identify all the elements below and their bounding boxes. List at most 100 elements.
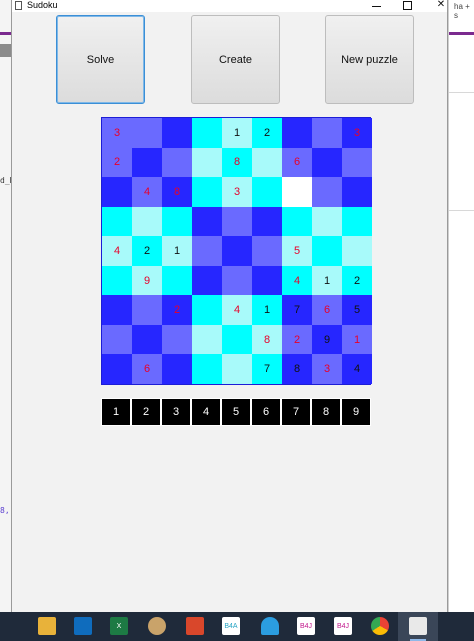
sudoku-cell[interactable]: 2 xyxy=(282,324,312,355)
b4j-icon[interactable]: B4J xyxy=(297,617,315,635)
sudoku-cell[interactable] xyxy=(282,118,312,148)
sudoku-cell[interactable]: 1 xyxy=(162,236,192,266)
sudoku-cell[interactable] xyxy=(222,324,252,355)
sudoku-cell[interactable] xyxy=(342,236,372,266)
sudoku-cell[interactable] xyxy=(192,295,222,325)
sudoku-cell[interactable] xyxy=(132,295,162,325)
sudoku-cell[interactable]: 8 xyxy=(222,147,252,178)
sudoku-cell[interactable]: 4 xyxy=(102,236,132,266)
sudoku-cell[interactable] xyxy=(312,147,342,178)
sudoku-cell[interactable]: 2 xyxy=(342,265,372,296)
b4a-icon[interactable]: B4A xyxy=(222,617,240,635)
sudoku-cell[interactable] xyxy=(192,147,222,178)
sudoku-cell[interactable] xyxy=(102,265,132,296)
sudoku-cell[interactable] xyxy=(162,147,192,178)
sudoku-cell[interactable]: 9 xyxy=(312,324,342,355)
sudoku-cell[interactable] xyxy=(222,354,252,384)
sudoku-cell[interactable]: 5 xyxy=(342,295,372,325)
sudoku-cell[interactable]: 1 xyxy=(252,295,282,325)
sudoku-cell[interactable] xyxy=(312,236,342,266)
sudoku-cell[interactable]: 6 xyxy=(132,354,162,384)
sudoku-cell[interactable]: 7 xyxy=(252,354,282,384)
sudoku-cell[interactable] xyxy=(222,236,252,266)
sudoku-cell[interactable]: 4 xyxy=(282,265,312,296)
minimize-button[interactable] xyxy=(361,0,391,12)
sudoku-cell[interactable]: 2 xyxy=(252,118,282,148)
solve-button[interactable]: Solve xyxy=(56,15,145,104)
sudoku-cell[interactable] xyxy=(102,324,132,355)
maximize-button[interactable] xyxy=(392,0,422,12)
html-app-icon[interactable] xyxy=(186,617,204,635)
sudoku-cell[interactable] xyxy=(192,206,222,237)
sudoku-cell[interactable] xyxy=(252,147,282,178)
sudoku-cell[interactable] xyxy=(222,206,252,237)
sudoku-cell[interactable]: 4 xyxy=(132,177,162,207)
sudoku-cell[interactable]: 1 xyxy=(312,265,342,296)
sudoku-cell[interactable]: 5 xyxy=(282,236,312,266)
sudoku-cell[interactable]: 1 xyxy=(222,118,252,148)
sudoku-cell[interactable] xyxy=(102,177,132,207)
sudoku-cell[interactable]: 2 xyxy=(162,295,192,325)
file-explorer-icon[interactable] xyxy=(38,617,56,635)
sudoku-cell[interactable] xyxy=(102,295,132,325)
sudoku-cell[interactable] xyxy=(342,206,372,237)
sudoku-cell[interactable]: 6 xyxy=(282,147,312,178)
sudoku-cell[interactable] xyxy=(252,236,282,266)
sudoku-cell[interactable] xyxy=(342,177,372,207)
sudoku-cell[interactable] xyxy=(162,354,192,384)
b4j-icon[interactable]: B4J xyxy=(334,617,352,635)
sudoku-cell[interactable]: 9 xyxy=(132,265,162,296)
sudoku-cell[interactable] xyxy=(282,177,312,207)
sudoku-cell[interactable]: 4 xyxy=(342,354,372,384)
sudoku-cell[interactable] xyxy=(162,206,192,237)
sudoku-cell[interactable] xyxy=(132,206,162,237)
new-puzzle-button[interactable]: New puzzle xyxy=(325,15,414,104)
sudoku-cell[interactable] xyxy=(102,354,132,384)
digit-button[interactable]: 6 xyxy=(251,398,281,426)
digit-button[interactable]: 8 xyxy=(311,398,341,426)
excel-icon[interactable]: X xyxy=(110,617,128,635)
create-button[interactable]: Create xyxy=(191,15,280,104)
sudoku-cell[interactable] xyxy=(312,206,342,237)
sudoku-cell[interactable] xyxy=(222,265,252,296)
sudoku-cell[interactable] xyxy=(252,177,282,207)
flutter-icon[interactable] xyxy=(261,617,279,635)
sudoku-cell[interactable] xyxy=(312,118,342,148)
sudoku-cell[interactable] xyxy=(252,206,282,237)
sudoku-cell[interactable] xyxy=(162,324,192,355)
digit-button[interactable]: 9 xyxy=(341,398,371,426)
sudoku-cell[interactable] xyxy=(132,118,162,148)
sudoku-cell[interactable]: 3 xyxy=(222,177,252,207)
digit-button[interactable]: 4 xyxy=(191,398,221,426)
sudoku-cell[interactable] xyxy=(192,118,222,148)
sudoku-cell[interactable]: 8 xyxy=(252,324,282,355)
sudoku-cell[interactable] xyxy=(102,206,132,237)
sudoku-cell[interactable] xyxy=(162,265,192,296)
sudoku-cell[interactable] xyxy=(192,265,222,296)
sudoku-cell[interactable] xyxy=(192,324,222,355)
sudoku-cell[interactable] xyxy=(282,206,312,237)
sudoku-cell[interactable] xyxy=(342,147,372,178)
sudoku-cell[interactable]: 8 xyxy=(282,354,312,384)
sudoku-cell[interactable] xyxy=(192,354,222,384)
sudoku-cell[interactable]: 7 xyxy=(282,295,312,325)
digit-button[interactable]: 2 xyxy=(131,398,161,426)
digit-button[interactable]: 3 xyxy=(161,398,191,426)
sudoku-cell[interactable] xyxy=(312,177,342,207)
outlook-icon[interactable] xyxy=(74,617,92,635)
sudoku-cell[interactable]: 2 xyxy=(132,236,162,266)
digit-button[interactable]: 7 xyxy=(281,398,311,426)
sudoku-app-icon[interactable] xyxy=(409,617,427,635)
sudoku-cell[interactable]: 3 xyxy=(102,118,132,148)
sudoku-cell[interactable] xyxy=(132,324,162,355)
sudoku-cell[interactable]: 4 xyxy=(222,295,252,325)
close-button[interactable]: ✕ xyxy=(426,0,456,12)
sudoku-cell[interactable]: 3 xyxy=(342,118,372,148)
sudoku-cell[interactable]: 3 xyxy=(312,354,342,384)
sudoku-cell[interactable]: 8 xyxy=(162,177,192,207)
sudoku-cell[interactable] xyxy=(252,265,282,296)
paint-icon[interactable] xyxy=(148,617,166,635)
sudoku-cell[interactable]: 1 xyxy=(342,324,372,355)
sudoku-cell[interactable] xyxy=(192,236,222,266)
sudoku-cell[interactable]: 6 xyxy=(312,295,342,325)
